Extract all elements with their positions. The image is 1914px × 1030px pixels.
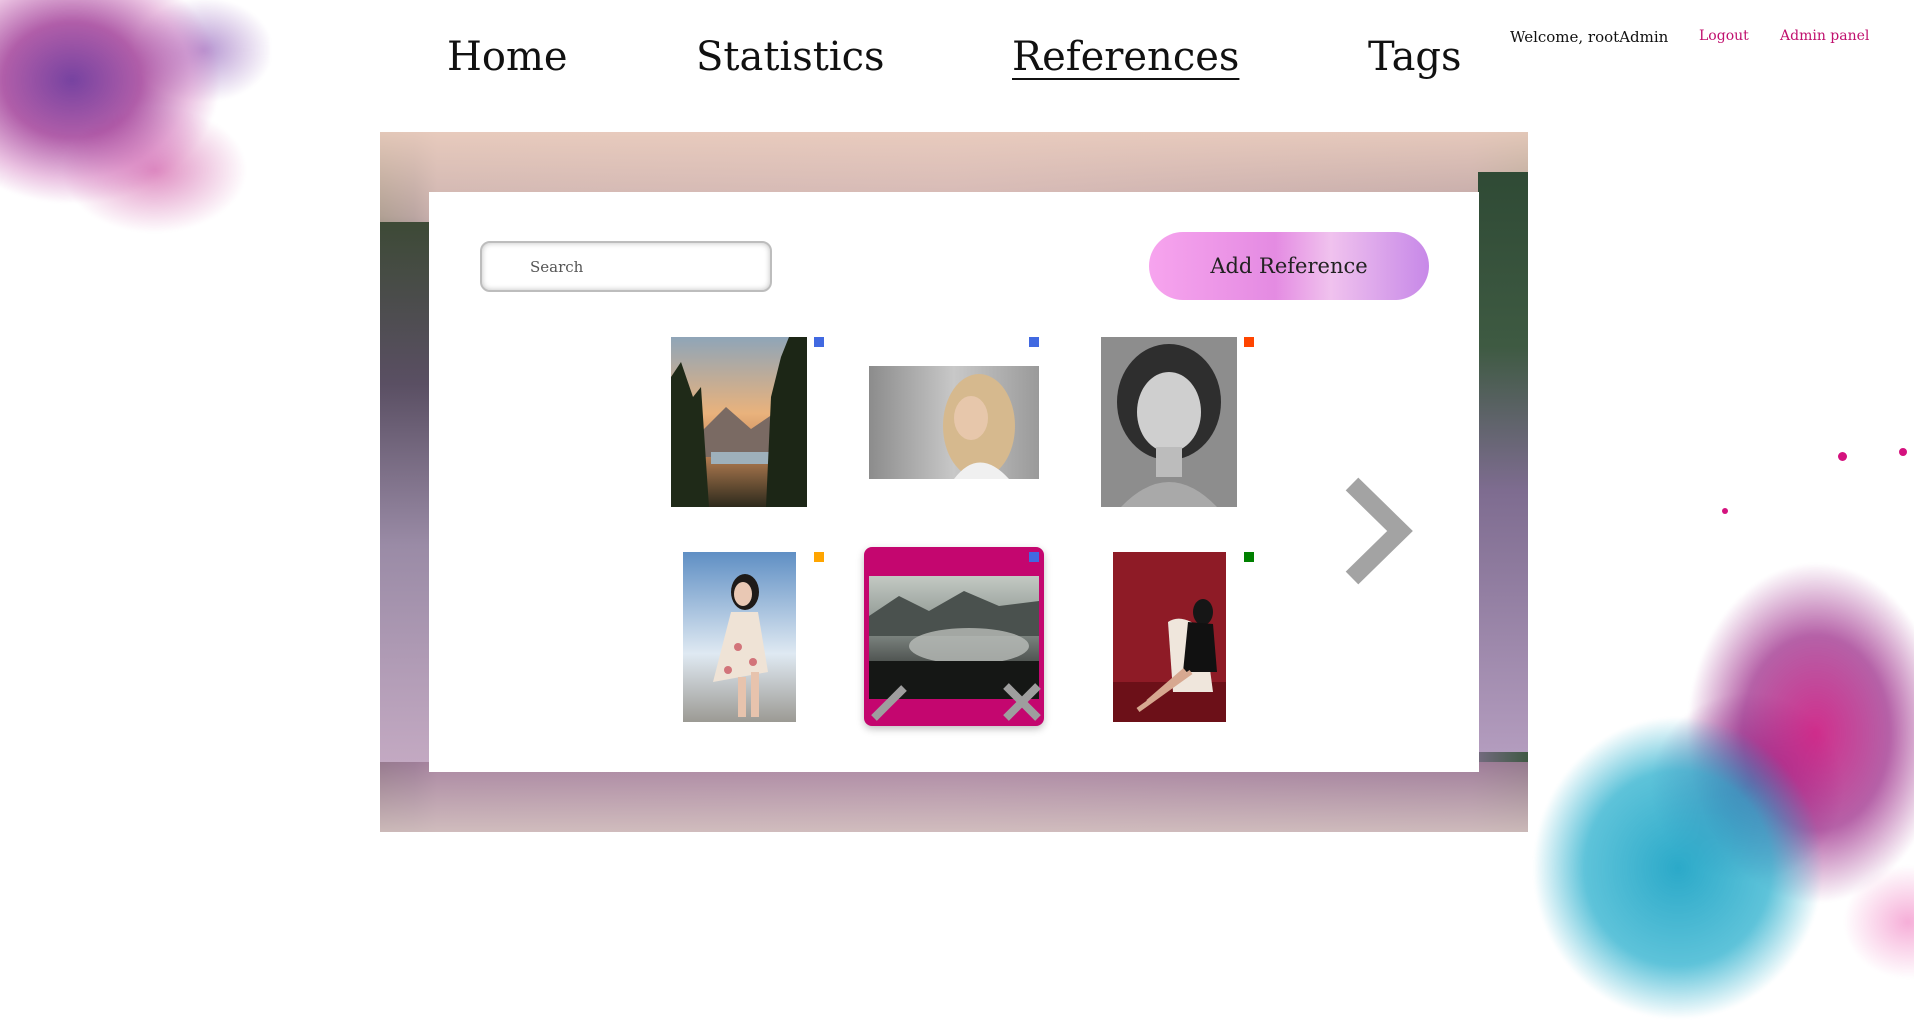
nav-home[interactable]: Home xyxy=(447,34,568,80)
reference-thumbnail[interactable] xyxy=(683,552,796,722)
tag-color-marker xyxy=(814,337,824,347)
tag-color-marker xyxy=(1029,337,1039,347)
reference-thumbnail[interactable] xyxy=(1101,337,1237,507)
floral-dress-woman-image xyxy=(683,552,796,722)
bw-portrait-image xyxy=(1101,337,1237,507)
paint-dot xyxy=(1722,508,1728,514)
woman-red-wall-image xyxy=(1113,552,1226,722)
pencil-icon[interactable] xyxy=(868,680,912,724)
reference-thumbnail[interactable] xyxy=(869,366,1039,479)
frame-left-foliage xyxy=(380,222,430,762)
tag-color-marker xyxy=(1244,552,1254,562)
admin-panel-link[interactable]: Admin panel xyxy=(1780,28,1869,44)
tag-color-marker xyxy=(1029,552,1039,562)
paint-dot xyxy=(1899,448,1907,456)
welcome-message: Welcome, rootAdmin xyxy=(1510,28,1669,46)
nav-statistics[interactable]: Statistics xyxy=(696,34,885,80)
watercolor-splash-bottom-right xyxy=(1494,490,1914,1030)
tag-color-marker xyxy=(1244,337,1254,347)
add-reference-button[interactable]: Add Reference xyxy=(1149,232,1429,300)
frame-right-foliage xyxy=(1478,172,1528,752)
chevron-right-icon[interactable] xyxy=(1338,476,1418,586)
watercolor-splash-top-left xyxy=(0,0,270,260)
tag-color-marker xyxy=(814,552,824,562)
forest-sunset-image xyxy=(671,337,807,507)
close-icon[interactable] xyxy=(1000,680,1044,724)
paint-dot xyxy=(1838,452,1847,461)
logout-link[interactable]: Logout xyxy=(1699,28,1749,44)
reference-thumbnail[interactable] xyxy=(1113,552,1226,722)
nav-references[interactable]: References xyxy=(1012,34,1239,80)
nav-tags[interactable]: Tags xyxy=(1368,34,1462,80)
search-input[interactable] xyxy=(480,241,772,292)
reference-thumbnail[interactable] xyxy=(671,337,807,507)
blonde-woman-image xyxy=(869,366,1039,479)
